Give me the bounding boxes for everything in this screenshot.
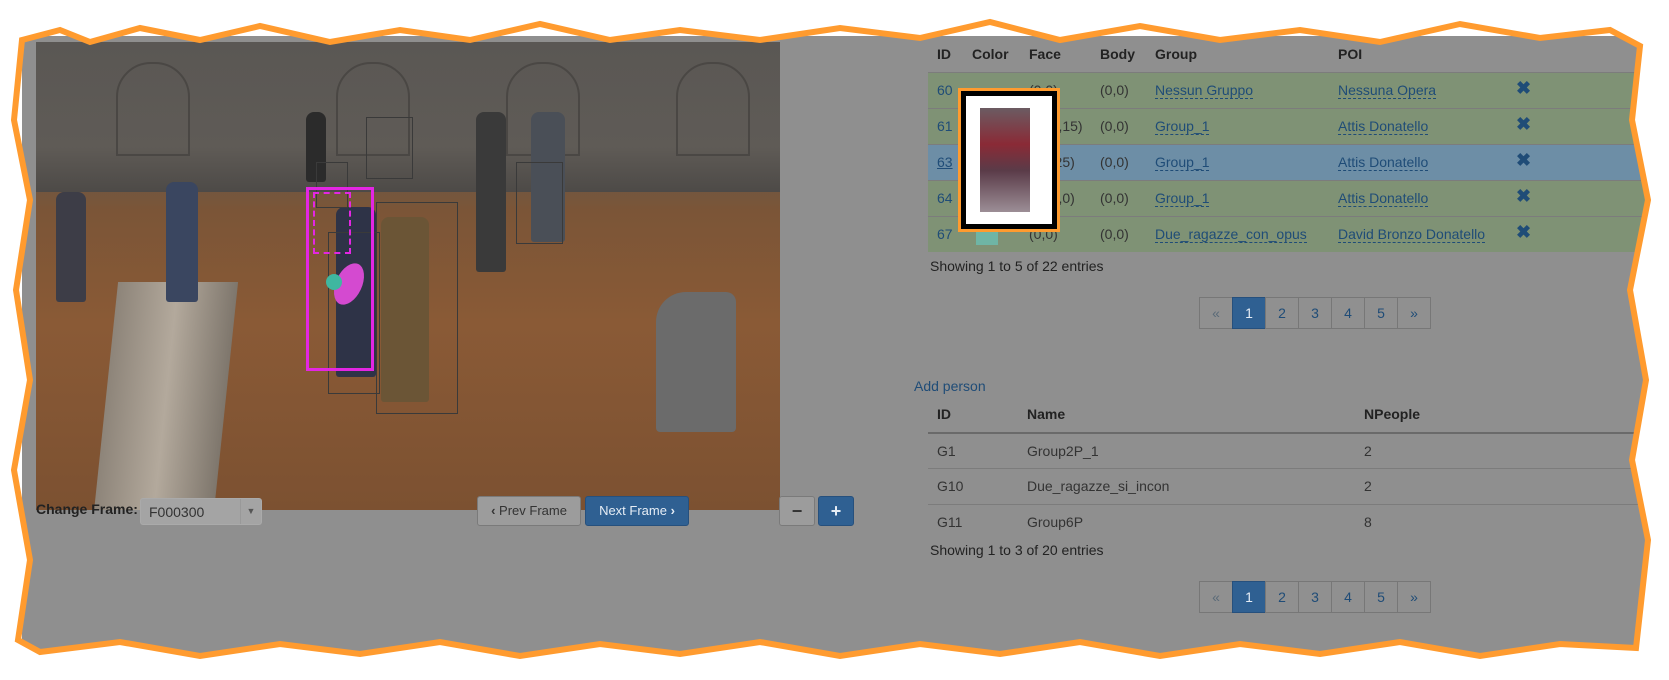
wall-arch [676, 62, 750, 156]
row-id-link[interactable]: 67 [937, 226, 953, 242]
page-5[interactable]: 5 [1364, 581, 1398, 613]
row-group-editable[interactable]: Group_1 [1155, 154, 1210, 171]
col-header-body[interactable]: Body [1100, 46, 1135, 62]
seated-visitor [656, 292, 736, 432]
close-icon[interactable]: ✖ [1516, 186, 1531, 207]
chevron-left-icon: ‹ [491, 503, 496, 518]
plus-icon: + [830, 501, 842, 521]
statue-pedestal [93, 282, 239, 510]
page-5[interactable]: 5 [1364, 297, 1398, 329]
page-2[interactable]: 2 [1265, 297, 1299, 329]
group-id: G11 [937, 514, 963, 530]
people-pagination: « 1 2 3 4 5 » [1199, 297, 1431, 329]
row-body: (0,0) [1100, 190, 1129, 206]
chevron-right-icon: › [670, 503, 675, 518]
video-frame[interactable] [36, 42, 780, 510]
detection-box [376, 202, 458, 414]
detection-box [366, 117, 413, 179]
page-4[interactable]: 4 [1331, 581, 1365, 613]
close-icon[interactable]: ✖ [1516, 222, 1531, 243]
frame-select-value: F000300 [149, 504, 205, 520]
row-poi-editable[interactable]: Nessuna Opera [1338, 82, 1437, 99]
group-name: Group2P_1 [1027, 443, 1099, 459]
next-frame-label: Next Frame [599, 503, 667, 518]
minus-icon: − [791, 501, 803, 521]
visitor-figure [56, 192, 86, 302]
row-poi-editable[interactable]: Attis Donatello [1338, 154, 1429, 171]
detection-box [516, 162, 563, 244]
prev-frame-button[interactable]: ‹ Prev Frame [477, 496, 581, 526]
row-group-editable[interactable]: Group_1 [1155, 190, 1210, 207]
group-npeople: 2 [1364, 443, 1372, 459]
row-id-link[interactable]: 63 [937, 154, 953, 170]
page-4[interactable]: 4 [1331, 297, 1365, 329]
table-row[interactable]: G10 Due_ragazze_si_incon 2 [928, 468, 1647, 504]
col-header-color[interactable]: Color [972, 46, 1009, 62]
page-1[interactable]: 1 [1232, 297, 1266, 329]
close-icon[interactable]: ✖ [1516, 78, 1531, 99]
page-2[interactable]: 2 [1265, 581, 1299, 613]
row-face: (0,0) [1029, 226, 1058, 242]
page-prev[interactable]: « [1199, 581, 1233, 613]
selected-face-box[interactable] [313, 192, 351, 254]
page-3[interactable]: 3 [1298, 581, 1332, 613]
color-swatch [976, 223, 998, 245]
person-crop-image [980, 108, 1030, 212]
color-marker [326, 274, 342, 290]
row-group-editable[interactable]: Due_ragazze_con_opus [1155, 226, 1307, 243]
zoom-in-button[interactable]: + [818, 496, 854, 526]
col-header-id[interactable]: ID [937, 406, 951, 422]
group-id: G1 [937, 443, 956, 459]
page-next[interactable]: » [1397, 297, 1431, 329]
app-stage: Change Frame: F000300 ▼ ‹ Prev Frame Nex… [22, 36, 1647, 656]
table-row[interactable]: G1 Group2P_1 2 [928, 432, 1647, 468]
row-id-link[interactable]: 61 [937, 118, 953, 134]
group-npeople: 2 [1364, 478, 1372, 494]
row-group-editable[interactable]: Group_1 [1155, 118, 1210, 135]
col-header-group[interactable]: Group [1155, 46, 1197, 62]
wall-arch [116, 62, 190, 156]
row-group-editable[interactable]: Nessun Gruppo [1155, 82, 1254, 99]
person-thumbnail-popup [966, 96, 1052, 224]
row-body: (0,0) [1100, 82, 1129, 98]
row-poi-editable[interactable]: David Bronzo Donatello [1338, 226, 1486, 243]
row-id-link[interactable]: 60 [937, 82, 953, 98]
row-body: (0,0) [1100, 154, 1129, 170]
col-header-name[interactable]: Name [1027, 406, 1065, 422]
col-header-npeople[interactable]: NPeople [1364, 406, 1420, 422]
col-header-face[interactable]: Face [1029, 46, 1061, 62]
group-name: Group6P [1027, 514, 1084, 530]
close-icon[interactable]: ✖ [1516, 150, 1531, 171]
row-poi-editable[interactable]: Attis Donatello [1338, 118, 1429, 135]
group-npeople: 8 [1364, 514, 1372, 530]
row-poi-editable[interactable]: Attis Donatello [1338, 190, 1429, 207]
add-person-link[interactable]: Add person [914, 378, 986, 394]
next-frame-button[interactable]: Next Frame › [585, 496, 689, 526]
page-3[interactable]: 3 [1298, 297, 1332, 329]
groups-table-info: Showing 1 to 3 of 20 entries [930, 542, 1104, 558]
zoom-out-button[interactable]: − [779, 496, 815, 526]
frame-select[interactable]: F000300 ▼ [140, 498, 262, 525]
page-prev[interactable]: « [1199, 297, 1233, 329]
group-name: Due_ragazze_si_incon [1027, 478, 1170, 494]
change-frame-label: Change Frame: [36, 501, 138, 517]
page-1[interactable]: 1 [1232, 581, 1266, 613]
row-body: (0,0) [1100, 118, 1129, 134]
close-icon[interactable]: ✖ [1516, 114, 1531, 135]
groups-pagination: « 1 2 3 4 5 » [1199, 581, 1431, 613]
chevron-down-icon[interactable]: ▼ [240, 499, 261, 524]
people-table-info: Showing 1 to 5 of 22 entries [930, 258, 1104, 274]
page-next[interactable]: » [1397, 581, 1431, 613]
prev-frame-label: Prev Frame [499, 503, 567, 518]
visitor-figure [166, 182, 198, 302]
col-header-id[interactable]: ID [937, 46, 951, 62]
visitor-figure [476, 112, 506, 272]
col-header-poi[interactable]: POI [1338, 46, 1362, 62]
row-id-link[interactable]: 64 [937, 190, 953, 206]
row-body: (0,0) [1100, 226, 1129, 242]
table-row[interactable]: G11 Group6P 8 [928, 504, 1647, 540]
group-id: G10 [937, 478, 964, 494]
